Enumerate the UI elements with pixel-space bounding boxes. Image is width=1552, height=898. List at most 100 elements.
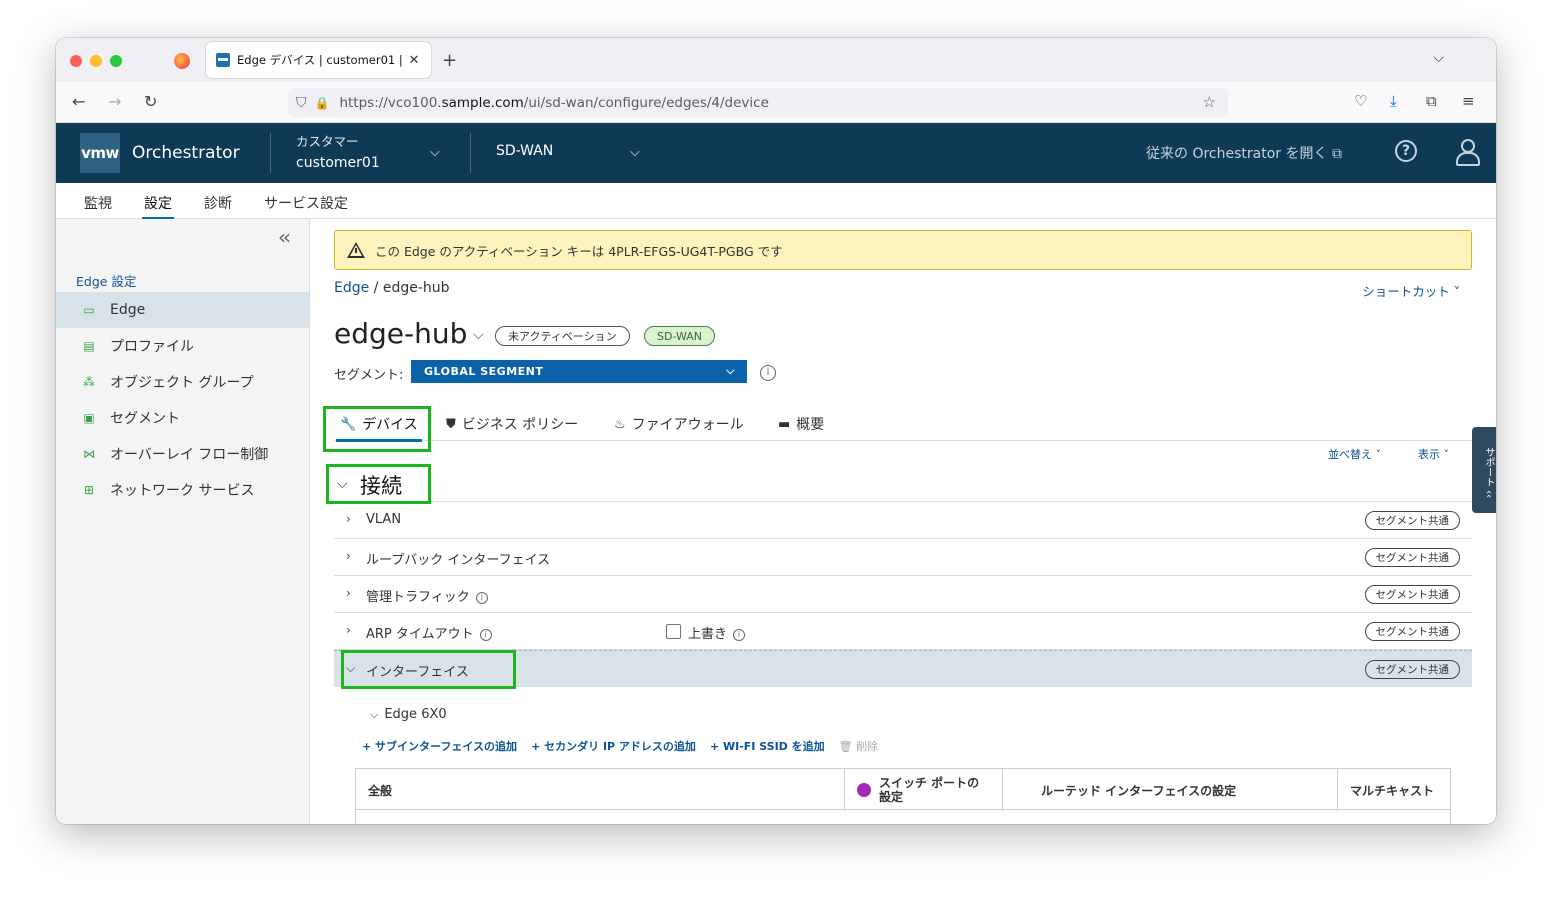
back-icon[interactable]: ← — [72, 92, 85, 111]
info-icon[interactable]: i — [733, 628, 746, 641]
tab-title: Edge デバイス | customer01 | VM — [237, 53, 407, 67]
forward-icon[interactable]: → — [108, 92, 121, 111]
help-icon[interactable]: ? — [1395, 140, 1417, 162]
segment-common-badge: セグメント共通 — [1364, 585, 1460, 604]
collapse-sidebar-icon[interactable]: ‹‹ — [278, 225, 291, 249]
legacy-orchestrator-link[interactable]: 従来の Orchestrator を開く ⧉ — [1146, 143, 1342, 163]
downloads-icon[interactable]: ⤓ — [1390, 92, 1397, 110]
overlay-flow-icon: ⋈ — [83, 447, 95, 461]
fire-icon: ♨ — [614, 416, 626, 432]
edge-model-header[interactable]: ⌵ Edge 6X0 — [370, 707, 447, 722]
sidebar-item-overlay-flow-control[interactable]: ⋈ オーバーレイ フロー制御 — [56, 436, 309, 472]
main-nav: 監視 設定 診断 サービス設定 — [56, 183, 1496, 220]
row-label: ARP タイムアウト — [366, 627, 474, 642]
edge-switch-chevron-icon[interactable]: ⌵ — [473, 327, 484, 343]
column-multicast[interactable]: マルチキャスト — [1338, 769, 1450, 811]
minimize-window-button[interactable] — [90, 55, 102, 67]
nav-service-settings[interactable]: サービス設定 — [264, 193, 348, 213]
trash-icon: 🗑 — [838, 740, 853, 753]
sidebar-item-label: ネットワーク サービス — [110, 483, 255, 499]
breadcrumb-edge-link[interactable]: Edge — [334, 280, 369, 296]
add-subinterface-button[interactable]: + サブインターフェイスの追加 — [362, 738, 517, 754]
column-switch-port[interactable]: スイッチ ポートの設定 — [845, 769, 1003, 811]
connectivity-section-header[interactable]: ⌵ 接続 — [334, 470, 1472, 502]
row-label: 管理トラフィック — [366, 590, 470, 605]
segment-info-icon[interactable]: i — [760, 365, 776, 381]
view-menu[interactable]: 表示 ˅ — [1418, 446, 1449, 462]
sidebar-item-profile[interactable]: ▤ プロファイル — [56, 328, 309, 364]
menu-icon[interactable]: ≡ — [1462, 92, 1475, 110]
info-icon[interactable]: i — [479, 628, 492, 641]
shield-icon: ⛊ — [446, 416, 456, 432]
page-title: edge-hub — [334, 317, 468, 350]
tab-device[interactable]: 🔧 デバイス — [336, 414, 422, 442]
header-divider — [270, 133, 271, 173]
vmw-logo[interactable]: vmw — [80, 133, 120, 173]
product-select[interactable]: SD-WAN — [496, 143, 553, 159]
main-content: この Edge のアクティベーション キーは 4PLR-EFGS-UG4T-PG… — [310, 219, 1496, 824]
sidebar-item-label: Edge — [110, 302, 146, 318]
switch-port-icon — [857, 783, 871, 797]
interfaces-table-body — [355, 809, 1451, 824]
sidebar-item-object-groups[interactable]: ⁂ オブジェクト グループ — [56, 364, 309, 400]
overview-icon: ▬ — [778, 416, 791, 432]
nav-configure[interactable]: 設定 — [142, 193, 174, 220]
chevron-down-icon: ⌵ — [346, 661, 356, 675]
column-general[interactable]: 全般 — [356, 769, 845, 811]
app-name: Orchestrator — [132, 143, 240, 163]
banner-text: この Edge のアクティベーション キーは 4PLR-EFGS-UG4T-PG… — [375, 243, 783, 259]
maximize-window-button[interactable] — [110, 55, 122, 67]
sidebar-item-network-services[interactable]: ⊞ ネットワーク サービス — [56, 472, 309, 508]
tab-firewall[interactable]: ♨ ファイアウォール — [614, 414, 744, 434]
sidebar-section-title: Edge 設定 — [76, 274, 137, 289]
override-checkbox[interactable] — [666, 624, 681, 639]
breadcrumb: Edge / edge-hub — [334, 280, 450, 296]
lock-icon[interactable]: 🔒 — [315, 96, 330, 110]
tab-business-policy[interactable]: ⛊ ビジネス ポリシー — [446, 414, 578, 434]
segment-common-badge: セグメント共通 — [1364, 660, 1460, 679]
product-chevron-down-icon[interactable]: ⌵ — [630, 145, 640, 160]
segment-label: セグメント: — [334, 368, 404, 383]
chevron-right-icon: › — [346, 586, 351, 600]
settings-row-management-traffic[interactable]: › 管理トラフィック i セグメント共通 — [334, 576, 1472, 613]
pocket-icon[interactable]: ♡ — [1354, 92, 1367, 110]
extensions-icon[interactable]: ⧉ — [1426, 92, 1437, 110]
info-icon[interactable]: i — [475, 591, 488, 604]
delete-button[interactable]: 🗑 削除 — [839, 738, 878, 754]
sidebar-item-segments[interactable]: ▣ セグメント — [56, 400, 309, 436]
close-window-button[interactable] — [70, 55, 82, 67]
segment-select[interactable]: GLOBAL SEGMENT ⌵ — [411, 360, 747, 383]
shortcut-menu[interactable]: ショートカット ˅ — [1362, 281, 1460, 300]
segment-common-badge: セグメント共通 — [1364, 511, 1460, 530]
firefox-icon — [174, 53, 190, 69]
add-secondary-ip-button[interactable]: + セカンダリ IP アドレスの追加 — [531, 738, 696, 754]
settings-row-interfaces[interactable]: ⌵ インターフェイス セグメント共通 — [334, 650, 1472, 687]
column-routed-interface[interactable]: ルーテッド インターフェイスの設定 — [1003, 769, 1338, 811]
new-tab-icon[interactable]: + — [442, 50, 457, 71]
nav-diagnostics[interactable]: 診断 — [204, 193, 232, 213]
customer-chevron-down-icon[interactable]: ⌵ — [430, 145, 440, 160]
settings-row-loopback[interactable]: › ループバック インターフェイス セグメント共通 — [334, 539, 1472, 576]
user-icon[interactable] — [1456, 139, 1480, 166]
browser-tab[interactable]: Edge デバイス | customer01 | VM ✕ — [206, 42, 431, 78]
interfaces-table-header: 全般 スイッチ ポートの設定 ルーテッド インターフェイスの設定 マルチキャスト — [355, 768, 1451, 811]
network-services-icon: ⊞ — [83, 483, 95, 497]
settings-row-vlan[interactable]: › VLAN セグメント共通 — [334, 502, 1472, 539]
sort-menu[interactable]: 並べ替え ˅ — [1328, 446, 1381, 462]
url-bar[interactable]: ⛉ 🔒 https://vco100.sample.com/ui/sd-wan/… — [288, 88, 1228, 117]
tab-overview[interactable]: ▬ 概要 — [778, 414, 824, 434]
tracking-shield-icon[interactable]: ⛉ — [296, 95, 307, 111]
tab-list-chevron-icon[interactable]: ⌵ — [1433, 50, 1444, 66]
sidebar-item-edge[interactable]: ▭ Edge — [56, 292, 309, 328]
chevron-down-icon: ⌵ — [726, 364, 735, 377]
nav-monitor[interactable]: 監視 — [84, 193, 112, 213]
settings-row-arp-timeout[interactable]: › ARP タイムアウト i 上書き i セグメント共通 — [334, 613, 1472, 650]
edge-tabs: 🔧 デバイス ⛊ ビジネス ポリシー ♨ ファイアウォール ▬ 概要 — [334, 406, 1472, 442]
section-title: 接続 — [360, 474, 402, 498]
reload-icon[interactable]: ↻ — [144, 92, 157, 111]
bookmark-star-icon[interactable]: ☆ — [1203, 93, 1216, 111]
support-side-tab[interactable]: サポート ‹‹ — [1472, 427, 1496, 513]
add-wifi-ssid-button[interactable]: + WI-FI SSID を追加 — [710, 738, 825, 754]
close-tab-icon[interactable]: ✕ — [407, 53, 421, 68]
customer-select[interactable]: customer01 — [296, 155, 380, 171]
